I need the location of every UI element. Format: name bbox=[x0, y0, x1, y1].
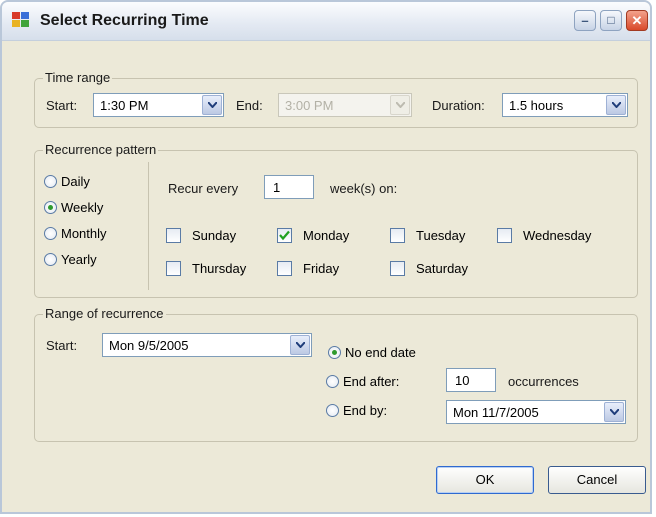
radio-dot[interactable] bbox=[326, 375, 339, 388]
recur-every-field[interactable] bbox=[265, 176, 313, 198]
chevron-down-icon[interactable] bbox=[604, 402, 624, 422]
checkbox-box[interactable] bbox=[277, 261, 292, 276]
checkbox-box[interactable] bbox=[497, 228, 512, 243]
checkbox-sunday-label: Sunday bbox=[192, 228, 237, 243]
cancel-button[interactable]: Cancel bbox=[548, 466, 646, 494]
range-start-label: Start: bbox=[46, 338, 78, 353]
maximize-icon: □ bbox=[607, 13, 615, 27]
recur-every-label: Recur every bbox=[168, 181, 239, 196]
minimize-button[interactable]: – bbox=[574, 10, 596, 31]
checkbox-monday-label: Monday bbox=[303, 228, 350, 243]
range-start-value: Mon 9/5/2005 bbox=[109, 338, 189, 353]
radio-end-by-label: End by: bbox=[343, 403, 388, 418]
close-icon: ✕ bbox=[631, 13, 643, 28]
radio-daily-label: Daily bbox=[61, 174, 90, 189]
end-time-select: 3:00 PM bbox=[278, 93, 412, 117]
start-time-select[interactable]: 1:30 PM bbox=[93, 93, 224, 117]
radio-monthly-label: Monthly bbox=[61, 226, 107, 241]
maximize-button[interactable]: □ bbox=[600, 10, 622, 31]
time-range-legend: Time range bbox=[43, 70, 113, 85]
checkbox-friday-label: Friday bbox=[303, 261, 340, 276]
checkbox-box[interactable] bbox=[390, 261, 405, 276]
checkbox-tuesday-label: Tuesday bbox=[416, 228, 466, 243]
start-time-label: Start: bbox=[46, 98, 78, 113]
checkbox-box[interactable] bbox=[166, 228, 181, 243]
occurrences-field[interactable] bbox=[447, 369, 495, 391]
radio-dot[interactable] bbox=[44, 227, 57, 240]
chevron-down-icon[interactable] bbox=[606, 95, 626, 115]
checkbox-box[interactable] bbox=[390, 228, 405, 243]
range-start-select[interactable]: Mon 9/5/2005 bbox=[102, 333, 312, 357]
end-by-value: Mon 11/7/2005 bbox=[453, 405, 539, 420]
start-time-value: 1:30 PM bbox=[100, 98, 149, 113]
end-by-select[interactable]: Mon 11/7/2005 bbox=[446, 400, 626, 424]
range-of-recurrence-legend: Range of recurrence bbox=[43, 306, 166, 321]
radio-yearly-label: Yearly bbox=[61, 252, 97, 267]
checkbox-wednesday-label: Wednesday bbox=[523, 228, 592, 243]
chevron-down-icon[interactable] bbox=[290, 335, 310, 355]
minimize-icon: – bbox=[581, 13, 589, 28]
radio-no-end-date-label: No end date bbox=[345, 345, 416, 360]
radio-dot[interactable] bbox=[44, 253, 57, 266]
dialog-window: Select Recurring Time – □ ✕ Time range S… bbox=[0, 0, 652, 514]
end-time-label: End: bbox=[236, 98, 263, 113]
radio-dot[interactable] bbox=[328, 346, 341, 359]
app-icon bbox=[12, 12, 32, 30]
radio-end-after-label: End after: bbox=[343, 374, 400, 389]
window-title: Select Recurring Time bbox=[40, 12, 209, 29]
checkbox-box[interactable] bbox=[277, 228, 292, 243]
checkbox-saturday-label: Saturday bbox=[416, 261, 469, 276]
checkbox-box[interactable] bbox=[166, 261, 181, 276]
chevron-down-icon[interactable] bbox=[202, 95, 222, 115]
ok-button[interactable]: OK bbox=[436, 466, 534, 494]
weeks-on-label: week(s) on: bbox=[330, 181, 398, 196]
occurrences-input[interactable] bbox=[446, 368, 496, 392]
radio-weekly-label: Weekly bbox=[61, 200, 104, 215]
duration-select[interactable]: 1.5 hours bbox=[502, 93, 628, 117]
radio-dot[interactable] bbox=[326, 404, 339, 417]
occurrences-label: occurrences bbox=[508, 374, 579, 389]
recur-every-input[interactable] bbox=[264, 175, 314, 199]
end-time-value: 3:00 PM bbox=[285, 98, 334, 113]
checkbox-thursday-label: Thursday bbox=[192, 261, 247, 276]
radio-dot[interactable] bbox=[44, 175, 57, 188]
pattern-divider bbox=[148, 162, 149, 290]
title-bar[interactable]: Select Recurring Time – □ ✕ bbox=[2, 2, 650, 41]
duration-value: 1.5 hours bbox=[509, 98, 564, 113]
chevron-down-icon bbox=[390, 95, 410, 115]
recurrence-pattern-legend: Recurrence pattern bbox=[43, 142, 159, 157]
radio-dot[interactable] bbox=[44, 201, 57, 214]
duration-label: Duration: bbox=[432, 98, 485, 113]
close-button[interactable]: ✕ bbox=[626, 10, 648, 31]
